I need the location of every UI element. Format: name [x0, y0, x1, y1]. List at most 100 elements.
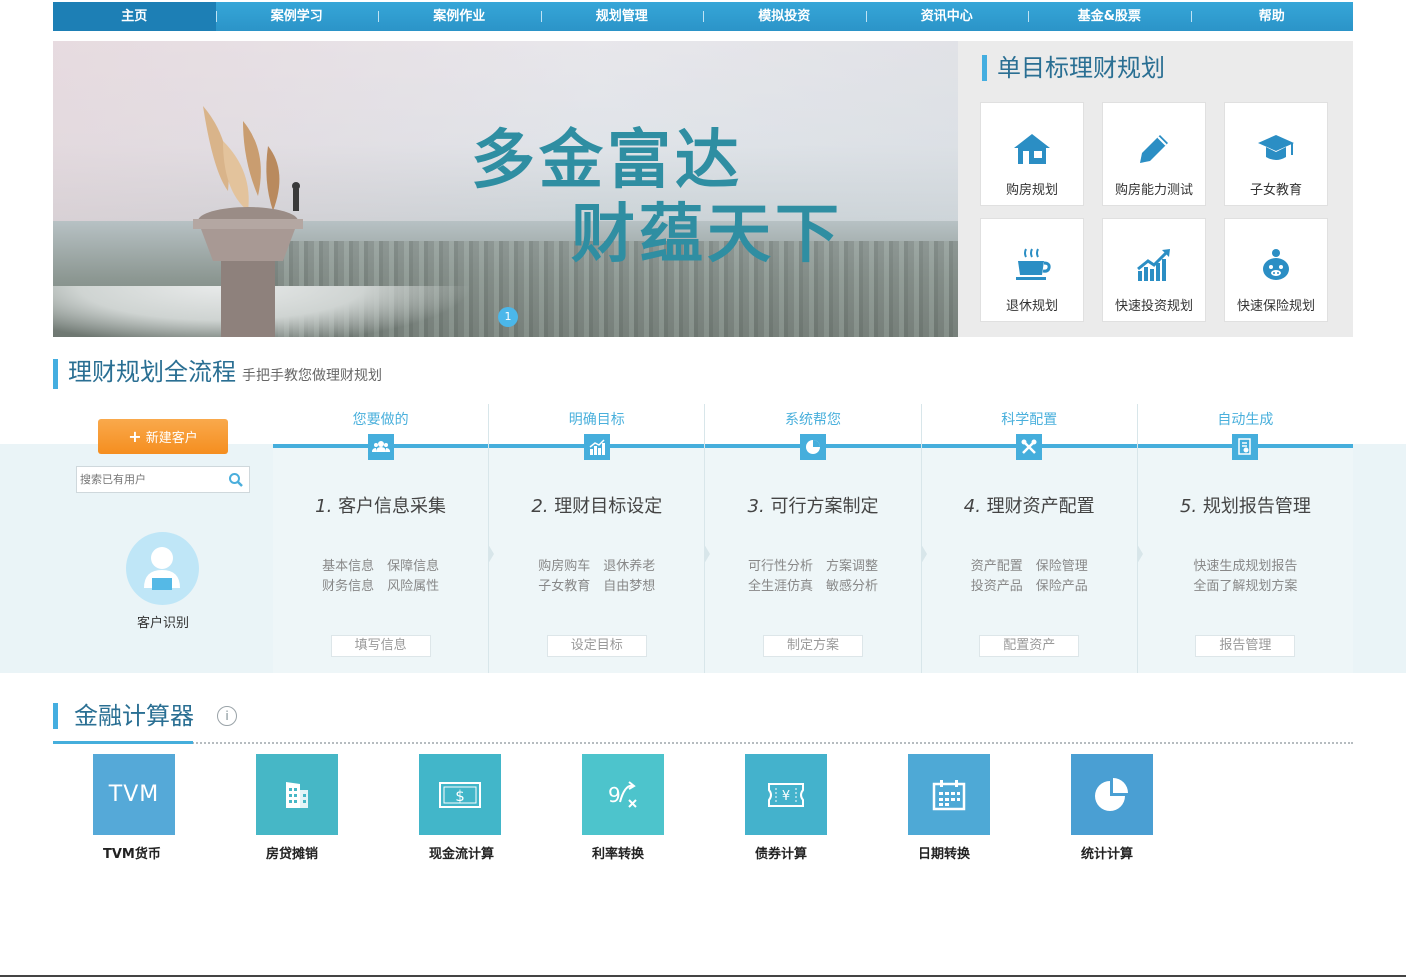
nav-item-funds-stocks[interactable]: 基金&股票: [1028, 2, 1191, 31]
new-client-button[interactable]: + 新建客户: [98, 419, 228, 454]
goal-card-label: 快速保险规划: [1236, 299, 1315, 314]
set-goal-button[interactable]: 设定目标: [546, 635, 647, 657]
nav-item-case-study[interactable]: 案例学习: [215, 2, 379, 31]
report-icon: [1232, 434, 1259, 460]
calc-tvm[interactable]: TVM TVM货币: [53, 754, 216, 862]
calc-statistics[interactable]: 统计计算: [1031, 754, 1194, 862]
step-title: 5. 规划报告管理: [1179, 496, 1311, 517]
step-head: 明确目标: [568, 412, 625, 428]
nav-item-news-center[interactable]: 资讯中心: [865, 2, 1029, 31]
step-head: 系统帮您: [785, 412, 841, 428]
top-nav: 主页 案例学习 案例作业 规划管理 模拟投资 资讯中心 基金&股票 帮助: [53, 2, 1353, 31]
step-head: 您要做的: [352, 412, 409, 428]
house-icon: [1014, 134, 1050, 164]
step-desc: 快速生成规划报告 全面了解规划方案: [1193, 559, 1298, 594]
client-identify-label: 客户识别: [136, 616, 189, 631]
goal-card-label: 购房规划: [1005, 183, 1058, 198]
piggy-bank-icon: [1263, 249, 1289, 280]
client-panel: + 新建客户 客户识别: [53, 404, 273, 673]
step-report-management: 自动生成 5. 规划报告管理 快速生成规划报告 全面了解规划方案 报告管理: [1136, 404, 1354, 673]
client-avatar[interactable]: [126, 532, 199, 605]
building-icon: [286, 781, 308, 808]
make-plan-button[interactable]: 制定方案: [763, 635, 863, 657]
step-desc: 购房购车 退休养老 子女教育 自由梦想: [538, 559, 656, 594]
calculator-section-title: 金融计算器: [53, 703, 194, 729]
calc-cash-flow[interactable]: $ 现金流计算: [379, 754, 542, 862]
goal-card-home-affordability[interactable]: 购房能力测试: [1102, 102, 1206, 206]
banner-carousel[interactable]: 多金富达 财蕴天下 1: [53, 41, 958, 337]
search-icon[interactable]: [228, 472, 244, 488]
allocate-assets-button[interactable]: 配置资产: [979, 635, 1080, 657]
calc-label: 利率转换: [592, 847, 645, 862]
step-desc: 可行性分析 方案调整 全生涯仿真 敏感分析: [748, 559, 879, 594]
step-title: 2. 理财目标设定: [531, 496, 663, 517]
rate-convert-icon: 9: [608, 780, 637, 808]
calendar-icon: [932, 779, 966, 810]
calc-label: 债券计算: [755, 847, 808, 862]
goal-card-label: 购房能力测试: [1114, 183, 1193, 198]
tvm-text: TVM: [108, 782, 160, 807]
torch-image: [193, 106, 303, 337]
pencil-icon: [1140, 135, 1168, 163]
svg-text:$: $: [455, 787, 465, 805]
banner-slogan-line2: 财蕴天下: [571, 198, 843, 272]
carousel-indicator-1[interactable]: 1: [498, 307, 518, 327]
report-management-button[interactable]: 报告管理: [1195, 635, 1296, 657]
goal-card-retirement[interactable]: 退休规划: [980, 218, 1084, 322]
graduation-cap-icon: [1258, 135, 1294, 160]
nav-item-simulated-investment[interactable]: 模拟投资: [703, 2, 866, 31]
goal-card-child-education[interactable]: 子女教育: [1224, 102, 1328, 206]
stats-pie-icon: [1095, 777, 1128, 811]
step-client-info: 您要做的 1. 客户信息采集 基本信息 保障信息 财务信息 风险属性 填写信息: [273, 404, 490, 673]
single-goal-grid: 购房规划 购房能力测试 子女教育 退休规划 快速投资规划 快速保险规划: [980, 102, 1328, 322]
step-desc: 基本信息 保障信息 财务信息 风险属性: [322, 559, 440, 594]
step-plan-making: 系统帮您 3. 可行方案制定 可行性分析 方案调整 全生涯仿真 敏感分析 制定方案: [704, 404, 922, 673]
single-goal-panel: 单目标理财规划 购房规划 购房能力测试 子女教育 退休规划 快速投资规划 快速保…: [958, 41, 1353, 337]
calc-mortgage-amortization[interactable]: 房贷摊销: [216, 754, 379, 862]
cash-icon: $: [439, 781, 481, 808]
group-icon: [367, 434, 394, 460]
goal-card-home-purchase[interactable]: 购房规划: [980, 102, 1084, 206]
info-icon[interactable]: i: [217, 706, 237, 726]
search-existing-user: [76, 466, 250, 493]
single-goal-title: 单目标理财规划: [982, 55, 1165, 81]
calc-label: 日期转换: [918, 847, 971, 862]
pie-chart-icon: [800, 434, 826, 460]
coffee-cup-icon: [1016, 248, 1051, 280]
step-goal-setting: 明确目标 2. 理财目标设定 购房购车 退休养老 子女教育 自由梦想 设定目标: [488, 404, 706, 673]
calc-label: 统计计算: [1081, 847, 1134, 862]
process-steps: 您要做的 1. 客户信息采集 基本信息 保障信息 财务信息 风险属性 填写信息 明…: [273, 404, 1354, 673]
rising-chart-icon: [1137, 249, 1170, 281]
nav-item-plan-management[interactable]: 规划管理: [540, 2, 704, 31]
tvm-tile: TVM: [93, 754, 175, 835]
nav-item-home[interactable]: 主页: [53, 2, 216, 31]
fill-info-button[interactable]: 填写信息: [330, 635, 431, 657]
bar-chart-icon: [583, 434, 610, 460]
step-title: 1. 客户信息采集: [315, 496, 447, 517]
svg-text:9: 9: [608, 783, 621, 807]
nav-item-case-homework[interactable]: 案例作业: [378, 2, 541, 31]
goal-card-quick-insurance[interactable]: 快速保险规划: [1224, 218, 1328, 322]
process-section-title: 理财规划全流程 手把手教您做理财规划: [53, 359, 382, 389]
step-title: 4. 理财资产配置: [963, 496, 1095, 517]
svg-text:¥: ¥: [782, 789, 790, 804]
calc-rate-conversion[interactable]: 9 利率转换: [542, 754, 705, 862]
step-head: 自动生成: [1217, 412, 1274, 428]
goal-card-label: 快速投资规划: [1114, 299, 1193, 314]
page: 主页 案例学习 案例作业 规划管理 模拟投资 资讯中心 基金&股票 帮助 多金富…: [0, 0, 1406, 979]
goal-card-label: 退休规划: [1005, 299, 1058, 314]
search-input[interactable]: [77, 467, 217, 492]
goal-card-label: 子女教育: [1249, 183, 1302, 198]
process-section-subtitle: 手把手教您做理财规划: [242, 368, 382, 384]
step-title: 3. 可行方案制定: [747, 496, 879, 517]
calculator-list: TVM TVM货币 房贷摊销 $ 现金流计算 9 利率转换 ¥ 债券计算 日期转…: [53, 754, 1194, 862]
tools-icon: [1016, 434, 1043, 460]
nav-item-help[interactable]: 帮助: [1190, 2, 1354, 31]
calc-date-conversion[interactable]: 日期转换: [868, 754, 1031, 862]
calc-label: 现金流计算: [429, 847, 495, 862]
plus-icon: +: [128, 427, 142, 446]
calc-bond[interactable]: ¥ 债券计算: [705, 754, 868, 862]
user-icon: [144, 547, 180, 590]
goal-card-quick-investment[interactable]: 快速投资规划: [1102, 218, 1206, 322]
step-desc: 资产配置 保险管理 投资产品 保险产品: [970, 559, 1088, 594]
